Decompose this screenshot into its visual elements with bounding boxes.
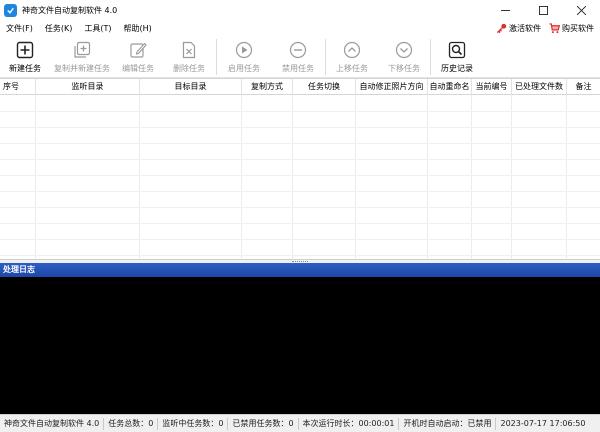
new-task-icon (16, 41, 34, 59)
copy-new-task-label: 复制并新建任务 (54, 64, 110, 73)
grid-line (355, 95, 356, 259)
delete-task-button[interactable]: 删除任务 (162, 36, 216, 78)
grid-row-line (0, 127, 600, 128)
enable-task-button[interactable]: 启用任务 (217, 36, 271, 78)
menu-task[interactable]: 任务(K) (39, 23, 79, 34)
delete-task-icon (182, 41, 196, 59)
disable-task-label: 禁用任务 (282, 64, 314, 73)
move-up-task-label: 上移任务 (336, 64, 368, 73)
history-button[interactable]: 历史记录 (431, 36, 483, 78)
copy-new-task-button[interactable]: 复制并新建任务 (50, 36, 114, 78)
copy-new-task-icon (74, 41, 91, 58)
col-auto-rename[interactable]: 自动重命名 (428, 79, 472, 95)
col-task-switch[interactable]: 任务切换 (293, 79, 356, 95)
status-app-name: 神奇文件自动复制软件 4.0 (0, 417, 105, 430)
status-autostart: 开机时自动启动：已禁用 (399, 417, 497, 430)
buy-software-link[interactable]: 购买软件 (549, 22, 594, 34)
activate-software-label: 激活软件 (509, 23, 541, 33)
col-index[interactable]: 序号 (0, 79, 36, 95)
cart-icon (549, 22, 560, 33)
grid-row-line (0, 255, 600, 256)
window-title: 神奇文件自动复制软件 4.0 (22, 5, 118, 15)
grid-row-line (0, 223, 600, 224)
status-datetime: 2023-07-17 17:06:50 (500, 418, 586, 428)
title-bar: 神奇文件自动复制软件 4.0 (0, 0, 600, 20)
status-disabled-tasks: 已禁用任务数：0 (228, 417, 299, 430)
menu-bar: 文件(F) 任务(K) 工具(T) 帮助(H) 激活软件 购买软件 (0, 20, 600, 36)
play-icon (235, 41, 253, 59)
grid-row-line (0, 111, 600, 112)
col-copy-mode[interactable]: 复制方式 (242, 79, 293, 95)
enable-task-label: 启用任务 (228, 64, 260, 73)
grid-row-line (0, 207, 600, 208)
menu-file[interactable]: 文件(F) (0, 23, 39, 34)
grid-row-line (0, 143, 600, 144)
toolbar: 新建任务 复制并新建任务 编辑任务 删除任务 启用任务 禁用任务 上移任务 下移… (0, 36, 600, 78)
minimize-button[interactable] (486, 0, 524, 20)
grid-row-line (0, 175, 600, 176)
grid-line (292, 95, 293, 259)
grid-row-line (0, 191, 600, 192)
menu-tools[interactable]: 工具(T) (78, 23, 117, 34)
edit-task-button[interactable]: 编辑任务 (114, 36, 162, 78)
task-table[interactable]: 序号 监听目录 目标目录 复制方式 任务切换 自动修正照片方向 自动重命名 当前… (0, 78, 600, 259)
move-down-task-button[interactable]: 下移任务 (378, 36, 430, 78)
col-remarks[interactable]: 备注 (567, 79, 600, 95)
status-listening-tasks: 监听中任务数：0 (158, 417, 229, 430)
status-bar: 神奇文件自动复制软件 4.0 任务总数：0 监听中任务数：0 已禁用任务数：0 … (0, 414, 600, 432)
buy-software-label: 购买软件 (562, 23, 594, 33)
new-task-label: 新建任务 (9, 64, 41, 73)
history-search-icon (448, 41, 466, 59)
grid-row-line (0, 239, 600, 240)
grid-line (241, 95, 242, 259)
close-icon (576, 5, 586, 15)
move-up-task-button[interactable]: 上移任务 (326, 36, 378, 78)
delete-task-label: 删除任务 (173, 64, 205, 73)
app-icon (4, 3, 17, 17)
menu-help[interactable]: 帮助(H) (117, 23, 157, 34)
edit-task-label: 编辑任务 (122, 64, 154, 73)
col-processed-count[interactable]: 已处理文件数 (512, 79, 567, 95)
close-button[interactable] (562, 0, 600, 20)
grid-line (511, 95, 512, 259)
key-icon (496, 23, 507, 33)
disable-task-button[interactable]: 禁用任务 (271, 36, 325, 78)
maximize-icon (538, 5, 548, 15)
activate-software-link[interactable]: 激活软件 (496, 23, 541, 34)
table-header: 序号 监听目录 目标目录 复制方式 任务切换 自动修正照片方向 自动重命名 当前… (0, 79, 600, 95)
down-circle-icon (395, 41, 413, 59)
minus-circle-icon (289, 41, 307, 59)
grid-line (35, 95, 36, 259)
col-target-dir[interactable]: 目标目录 (140, 79, 242, 95)
log-panel-header: 处理日志 (0, 263, 600, 277)
move-down-task-label: 下移任务 (388, 64, 420, 73)
maximize-button[interactable] (524, 0, 562, 20)
col-auto-rotate[interactable]: 自动修正照片方向 (356, 79, 428, 95)
status-total-tasks: 任务总数：0 (104, 417, 159, 430)
history-label: 历史记录 (441, 64, 473, 73)
grid-row-line (0, 159, 600, 160)
grid-line (471, 95, 472, 259)
col-current-number[interactable]: 当前编号 (472, 79, 512, 95)
up-circle-icon (343, 41, 361, 59)
status-run-time: 本次运行时长：00:00:01 (299, 417, 400, 430)
grid-line (139, 95, 140, 259)
log-output-area[interactable] (0, 277, 600, 414)
col-watch-dir[interactable]: 监听目录 (36, 79, 140, 95)
edit-task-icon (130, 42, 147, 58)
grid-line (427, 95, 428, 259)
grid-line (566, 95, 567, 259)
new-task-button[interactable]: 新建任务 (0, 36, 50, 78)
minimize-icon (500, 9, 510, 11)
